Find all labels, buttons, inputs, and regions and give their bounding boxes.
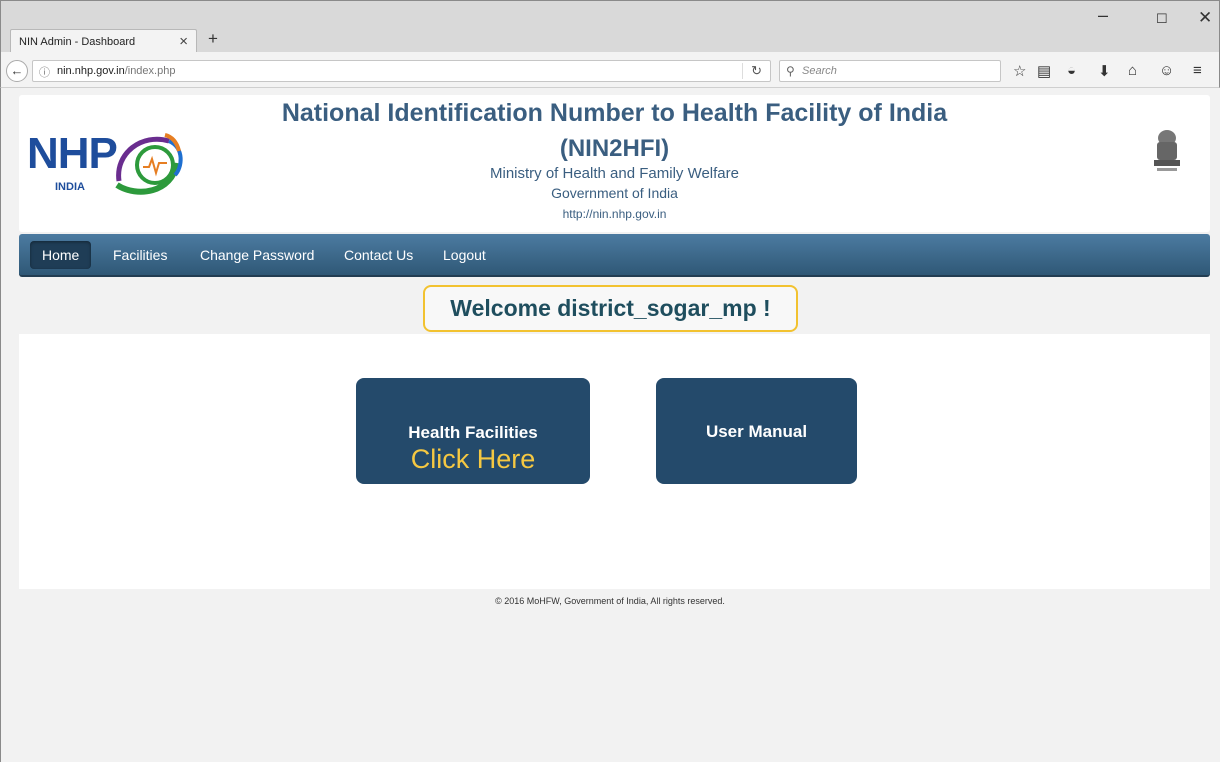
- chat-icon[interactable]: ☺: [1159, 62, 1174, 79]
- reading-list-icon[interactable]: ▤: [1037, 62, 1051, 80]
- nav-home[interactable]: Home: [30, 241, 92, 269]
- home-icon[interactable]: ⌂: [1128, 62, 1137, 79]
- download-icon[interactable]: ⬇: [1098, 62, 1111, 80]
- window-frame: [0, 88, 1, 762]
- tab-title: NIN Admin - Dashboard: [19, 36, 136, 48]
- browser-tab-bar: NIN Admin - Dashboard × + – ☐ ✕: [0, 0, 1220, 54]
- pocket-icon[interactable]: ◒: [1067, 62, 1076, 79]
- nav-logout[interactable]: Logout: [431, 241, 498, 269]
- url-text[interactable]: nin.nhp.gov.in/index.php: [57, 65, 175, 77]
- url-host: nin.nhp.gov.in: [57, 65, 125, 77]
- click-here-link[interactable]: Click Here: [356, 444, 590, 475]
- reload-icon[interactable]: ↻: [742, 63, 762, 79]
- back-arrow-icon[interactable]: ←: [6, 60, 28, 82]
- search-placeholder: Search: [802, 65, 837, 77]
- site-url: http://nin.nhp.gov.in: [562, 207, 667, 221]
- health-facilities-label: Health Facilities: [408, 423, 538, 442]
- page-title: National Identification Number to Health…: [281, 99, 948, 127]
- info-icon[interactable]: ⓘ: [39, 64, 50, 80]
- new-tab-button[interactable]: +: [208, 29, 218, 49]
- footer-copyright: © 2016 MoHFW, Government of India, All r…: [495, 596, 725, 606]
- search-input[interactable]: ⚲ Search: [779, 60, 1001, 82]
- user-manual-label: User Manual: [705, 422, 808, 441]
- menu-icon[interactable]: ≡: [1193, 62, 1202, 79]
- health-facilities-tile[interactable]: Health Facilities Click Here: [356, 378, 590, 484]
- address-bar[interactable]: ⓘ nin.nhp.gov.in/index.php ↻: [32, 60, 771, 82]
- user-manual-tile[interactable]: User Manual: [656, 378, 857, 484]
- nav-change-password[interactable]: Change Password: [188, 241, 326, 269]
- search-icon: ⚲: [786, 64, 795, 78]
- close-window-button[interactable]: ✕: [1198, 8, 1212, 28]
- tab-close-icon[interactable]: ×: [179, 33, 188, 50]
- dashboard-content: Health Facilities Click Here User Manual: [19, 334, 1210, 589]
- ministry-label: Ministry of Health and Family Welfare: [490, 165, 739, 182]
- main-navigation: Home Facilities Change Password Contact …: [19, 234, 1210, 277]
- welcome-banner: Welcome district_sogar_mp !: [423, 285, 798, 332]
- page-subtitle: (NIN2HFI): [559, 135, 670, 162]
- url-path: /index.php: [124, 65, 176, 77]
- site-header: NHP INDIA National Identification Number…: [19, 95, 1210, 232]
- maximize-button[interactable]: ☐: [1156, 11, 1168, 27]
- browser-toolbar: ← ⓘ nin.nhp.gov.in/index.php ↻ ⚲ Search …: [0, 52, 1220, 88]
- browser-tab[interactable]: NIN Admin - Dashboard ×: [10, 29, 197, 54]
- nav-contact-us[interactable]: Contact Us: [332, 241, 425, 269]
- bookmark-star-icon[interactable]: ☆: [1013, 62, 1026, 80]
- government-label: Government of India: [551, 185, 678, 201]
- nav-facilities[interactable]: Facilities: [101, 241, 179, 269]
- national-emblem-icon: [1154, 130, 1180, 171]
- minimize-button[interactable]: –: [1098, 5, 1108, 26]
